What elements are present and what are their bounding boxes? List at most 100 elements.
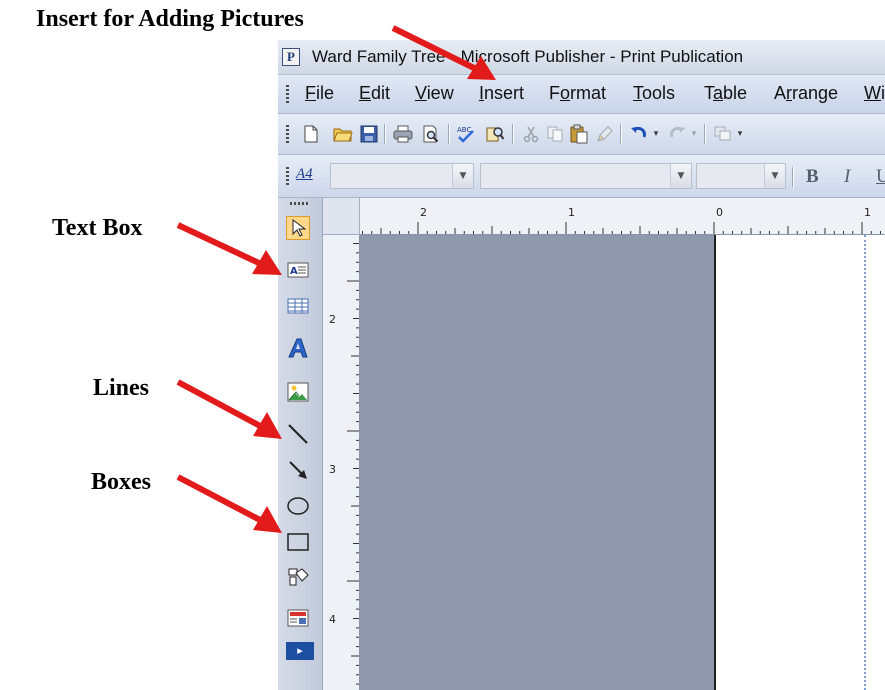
menu-bar: File Edit View Insert Format Tools Table… — [278, 75, 885, 114]
menu-view-mnemonic: V — [415, 83, 427, 103]
annotation-insert-label: Insert for Adding Pictures — [36, 6, 304, 32]
design-gallery-icon[interactable] — [286, 606, 310, 630]
menu-file-mnemonic: F — [305, 83, 316, 103]
menu-format-pre: F — [549, 83, 560, 103]
annotation-boxes-label: Boxes — [91, 469, 151, 495]
vertical-ruler[interactable]: 2 3 4 — [323, 235, 360, 690]
menu-insert[interactable]: Insert — [479, 83, 524, 104]
ruler-label: 0 — [716, 206, 723, 219]
menu-format-mnemonic: o — [560, 83, 571, 103]
formatting-toolbar: A4 ▼ ▼ ▼ B I U — [278, 155, 885, 198]
horizontal-ruler[interactable]: 2 1 0 1 — [360, 198, 885, 235]
menu-window-label: i — [881, 83, 885, 103]
formatting-toolbar-grip[interactable] — [286, 167, 289, 185]
menu-file[interactable]: File — [305, 83, 334, 104]
undo-dropdown-icon[interactable]: ▾ — [650, 123, 662, 145]
standard-toolbar-grip[interactable] — [286, 125, 289, 143]
bring-forward-dropdown-icon[interactable]: ▾ — [734, 123, 746, 145]
ruler-corner[interactable] — [323, 198, 360, 235]
menu-tools[interactable]: Tools — [633, 83, 675, 104]
ruler-label: 1 — [568, 206, 575, 219]
research-icon[interactable] — [484, 123, 506, 145]
publisher-window: P Ward Family Tree - Microsoft Publisher… — [278, 40, 885, 690]
menu-table[interactable]: Table — [704, 83, 747, 104]
arrow-to-text-box — [176, 222, 282, 275]
styles-icon[interactable]: A4 — [296, 166, 318, 186]
redo-dropdown-icon[interactable]: ▾ — [688, 123, 700, 145]
menu-arrange-label: range — [792, 83, 839, 103]
standard-toolbar: ABC ▾ ▾ ▾ — [278, 114, 885, 155]
copy-icon[interactable] — [544, 123, 566, 145]
menu-view-label: iew — [426, 83, 454, 103]
line-icon[interactable] — [286, 422, 310, 446]
menu-window[interactable]: Wi — [864, 83, 885, 104]
chevron-down-icon[interactable]: ▼ — [764, 164, 785, 188]
chevron-down-icon[interactable]: ▼ — [670, 164, 691, 188]
menu-arrange[interactable]: Arrange — [774, 83, 838, 104]
open-icon[interactable] — [332, 123, 354, 145]
menu-file-label: ile — [316, 83, 335, 103]
redo-icon[interactable] — [666, 123, 688, 145]
wordart-icon[interactable] — [286, 336, 310, 360]
ruler-label: 3 — [329, 463, 336, 476]
text-box-icon[interactable]: A — [286, 258, 310, 282]
annotation-lines-label: Lines — [93, 375, 150, 401]
arrow-to-boxes — [176, 474, 282, 533]
underline-button[interactable]: U — [876, 166, 885, 188]
objects-toolbar: A ▸ — [278, 198, 323, 690]
rectangle-icon[interactable] — [286, 530, 310, 554]
bold-button[interactable]: B — [806, 166, 819, 188]
menu-edit[interactable]: Edit — [359, 83, 390, 104]
spelling-icon[interactable]: ABC — [456, 123, 478, 145]
cut-icon[interactable] — [520, 123, 542, 145]
print-icon[interactable] — [392, 123, 414, 145]
arrow-icon[interactable] — [286, 458, 310, 482]
annotation-text-box-label: Text Box — [52, 215, 143, 241]
picture-frame-icon[interactable] — [286, 380, 310, 404]
menu-edit-label: dit — [371, 83, 391, 103]
style-combo[interactable]: ▼ — [330, 163, 474, 189]
menu-table-mnemonic: a — [713, 83, 724, 103]
ruler-label: 2 — [329, 313, 336, 326]
menu-tools-label: ools — [642, 83, 676, 103]
format-painter-icon[interactable] — [594, 123, 616, 145]
undo-icon[interactable] — [628, 123, 650, 145]
menubar-grip[interactable] — [286, 85, 289, 103]
svg-text:ABC: ABC — [457, 126, 471, 134]
new-icon[interactable] — [300, 123, 322, 145]
ruler-label: 4 — [329, 613, 336, 626]
font-combo[interactable]: ▼ — [480, 163, 692, 189]
font-size-combo[interactable]: ▼ — [696, 163, 786, 189]
toolbar-separator — [792, 167, 794, 187]
menu-window-mnemonic: W — [864, 83, 881, 103]
table-icon[interactable] — [286, 294, 310, 318]
menu-arrange-pre: A — [774, 83, 787, 103]
menu-edit-mnemonic: E — [359, 83, 372, 103]
menu-view[interactable]: View — [415, 83, 454, 104]
menu-format[interactable]: Format — [549, 83, 606, 104]
autoshapes-icon[interactable] — [286, 564, 310, 588]
toolbar-separator — [620, 124, 622, 144]
publication-canvas[interactable] — [360, 235, 885, 690]
publisher-app-icon[interactable]: P — [282, 48, 300, 66]
menu-format-label: rmat — [570, 83, 607, 103]
bring-forward-icon[interactable] — [712, 123, 734, 145]
menu-table-label: ble — [723, 83, 748, 103]
toolbar-separator — [704, 124, 706, 144]
toolbar-separator — [512, 124, 514, 144]
oval-icon[interactable] — [286, 494, 310, 518]
toolbar-separator — [448, 124, 450, 144]
horizontal-ruler-marks: 2 1 0 1 — [362, 206, 881, 234]
select-pointer-icon[interactable] — [286, 216, 310, 240]
save-icon[interactable] — [358, 123, 380, 145]
menu-tools-mnemonic: T — [633, 83, 642, 103]
svg-text:A: A — [290, 266, 298, 277]
window-title: Ward Family Tree - Microsoft Publisher -… — [312, 47, 744, 66]
arrow-to-lines — [176, 379, 282, 439]
chevron-down-icon[interactable]: ▼ — [452, 164, 473, 188]
print-preview-icon[interactable] — [420, 123, 442, 145]
paste-icon[interactable] — [568, 123, 590, 145]
more-tools-icon[interactable]: ▸ — [286, 642, 314, 660]
objects-toolbar-grip[interactable] — [290, 202, 308, 205]
italic-button[interactable]: I — [844, 166, 850, 188]
